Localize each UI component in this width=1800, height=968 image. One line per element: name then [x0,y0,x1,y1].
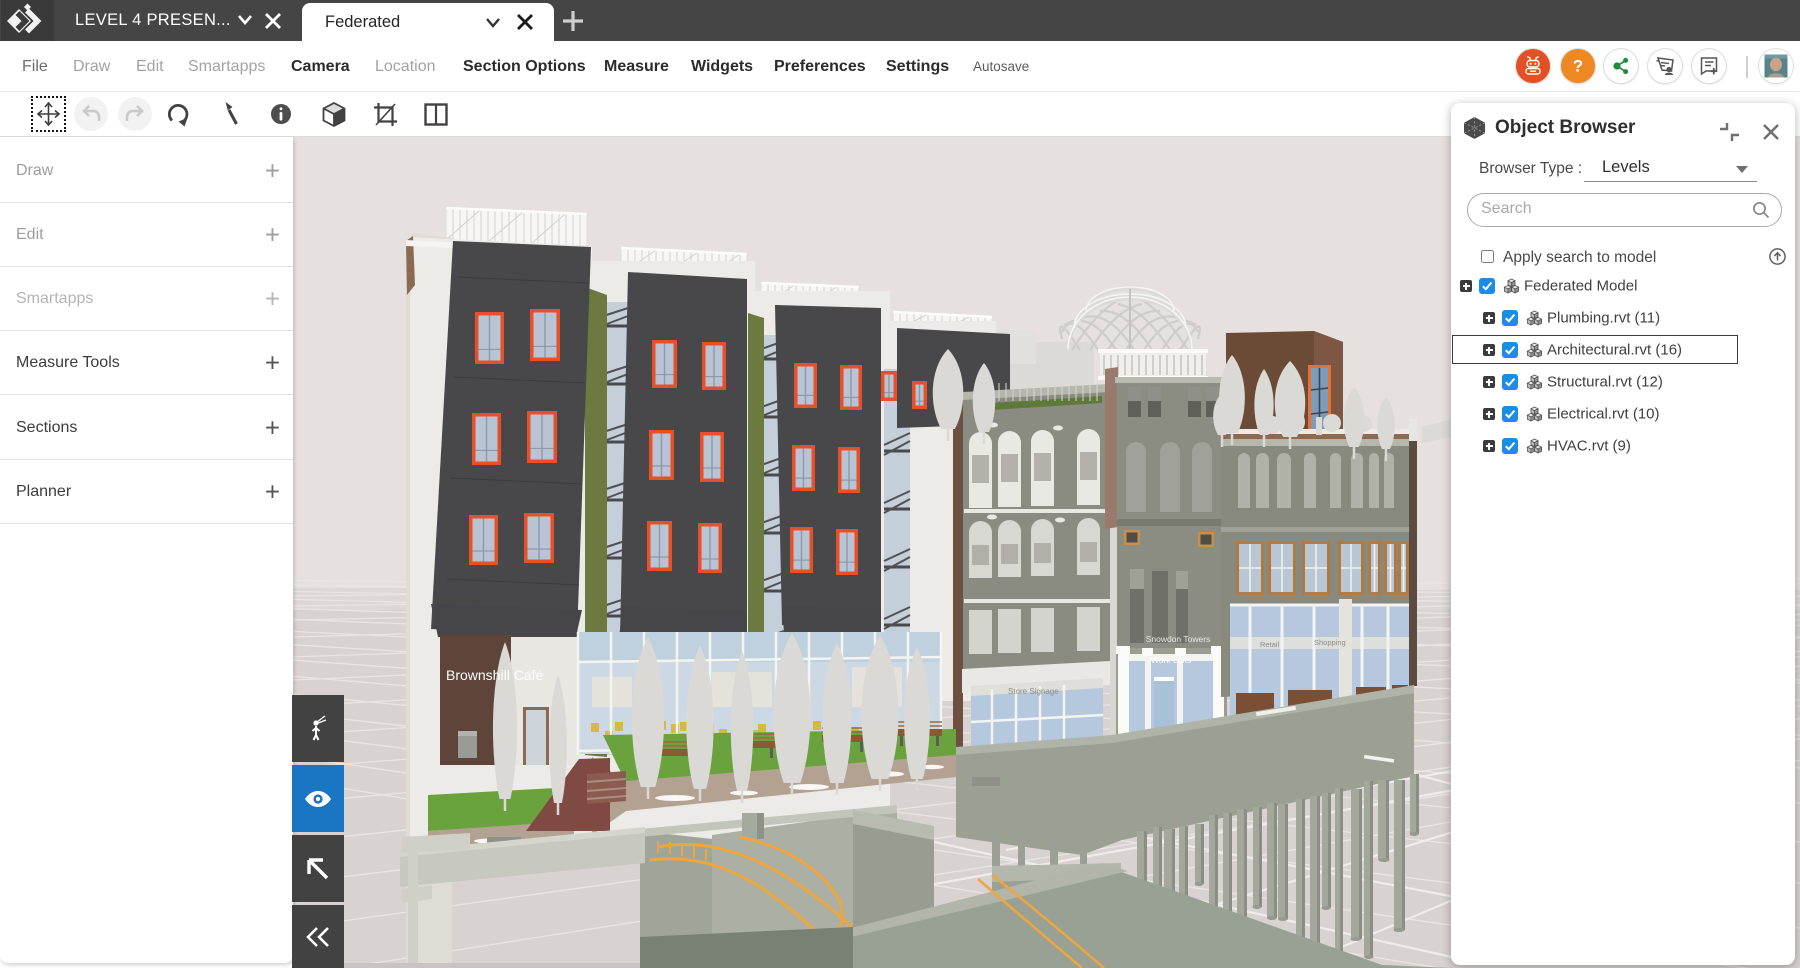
svg-text:Store Signage: Store Signage [1008,687,1059,696]
svg-text:Shopping: Shopping [1314,638,1346,647]
svg-text:?: ? [1573,57,1583,76]
svg-text:Snowdon Towers: Snowdon Towers [1146,634,1211,644]
svg-text:Retail: Retail [1260,640,1280,649]
svg-text:Brownshill Café: Brownshill Café [446,667,543,683]
svg-text:/Work Lofts: /Work Lofts [1149,655,1192,665]
